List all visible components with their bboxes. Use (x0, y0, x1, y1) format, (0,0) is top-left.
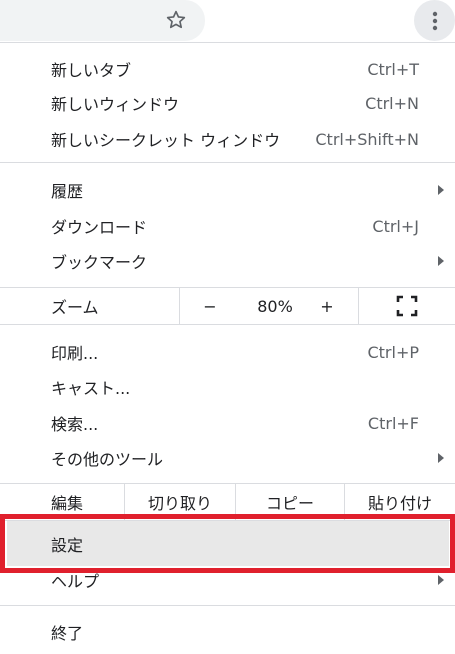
address-bar[interactable] (0, 0, 205, 41)
submenu-arrow-icon (438, 453, 444, 463)
menu-item-shortcut: Ctrl+T (367, 59, 419, 79)
menu-item-label: 履歴 (51, 182, 84, 201)
menu-item-shortcut: Ctrl+Shift+N (315, 129, 419, 149)
menu-item-help[interactable]: ヘルプ (0, 563, 455, 597)
browser-toolbar (0, 0, 455, 42)
menu-button[interactable] (414, 0, 455, 41)
submenu-arrow-icon (438, 185, 444, 195)
menu-item-cast[interactable]: キャスト... (0, 370, 455, 404)
menu-item-new-incognito-window[interactable]: 新しいシークレット ウィンドウ Ctrl+Shift+N (0, 122, 455, 156)
menu-item-downloads[interactable]: ダウンロード Ctrl+J (0, 209, 455, 243)
zoom-in-button[interactable]: + (305, 288, 349, 324)
menu-item-label: 印刷... (51, 344, 99, 363)
menu-item-new-tab[interactable]: 新しいタブ Ctrl+T (0, 52, 455, 86)
menu-item-label: 新しいタブ (51, 61, 132, 80)
menu-item-shortcut: Ctrl+P (367, 342, 419, 362)
zoom-level-value: 80% (257, 296, 293, 316)
three-dots-vertical-icon (432, 11, 437, 30)
submenu-arrow-icon (438, 256, 444, 266)
menu-item-label: 新しいウィンドウ (51, 95, 180, 114)
zoom-divider (179, 288, 180, 324)
menu-item-shortcut: Ctrl+F (367, 413, 419, 433)
bookmark-star-icon[interactable] (163, 7, 189, 33)
zoom-row: ズーム − 80% + (0, 288, 455, 324)
menu-item-label: 検索... (51, 415, 99, 434)
zoom-label: ズーム (51, 298, 99, 317)
zoom-out-button[interactable]: − (185, 288, 235, 324)
menu-item-shortcut: Ctrl+J (372, 216, 419, 236)
menu-item-label: 終了 (51, 624, 84, 643)
menu-item-exit[interactable]: 終了 (0, 615, 455, 649)
menu-item-label: ブックマーク (51, 253, 148, 272)
menu-item-print[interactable]: 印刷... Ctrl+P (0, 335, 455, 369)
menu-separator (0, 605, 455, 606)
fullscreen-icon (396, 295, 418, 317)
menu-item-label: 新しいシークレット ウィンドウ (51, 131, 281, 150)
menu-item-shortcut: Ctrl+N (365, 93, 419, 113)
menu-item-label: ダウンロード (51, 218, 148, 237)
menu-item-more-tools[interactable]: その他のツール (0, 441, 455, 475)
menu-item-label: キャスト... (51, 379, 131, 398)
menu-separator (0, 324, 455, 325)
menu-item-history[interactable]: 履歴 (0, 173, 455, 207)
menu-item-label: その他のツール (51, 450, 164, 469)
submenu-arrow-icon (438, 575, 444, 585)
menu-separator (0, 162, 455, 163)
fullscreen-button[interactable] (359, 288, 455, 324)
menu-item-label: ヘルプ (51, 572, 100, 591)
menu-item-find[interactable]: 検索... Ctrl+F (0, 406, 455, 440)
menu-item-new-window[interactable]: 新しいウィンドウ Ctrl+N (0, 86, 455, 120)
menu-item-bookmarks[interactable]: ブックマーク (0, 244, 455, 278)
